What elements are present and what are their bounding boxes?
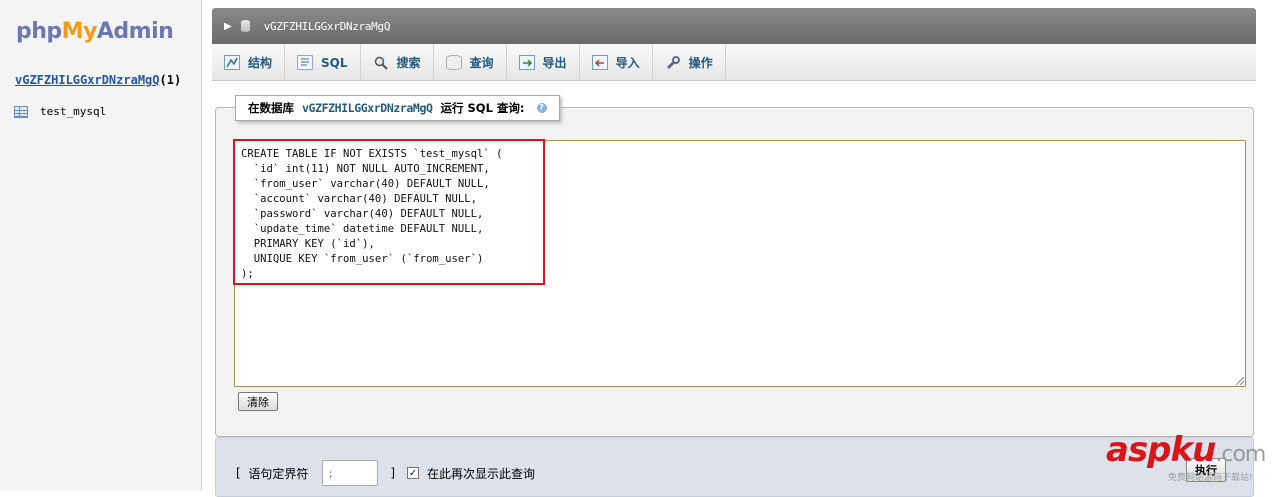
watermark-domain: .com: [1215, 442, 1266, 467]
help-icon[interactable]: ?: [536, 103, 547, 113]
tab-search[interactable]: 搜索: [361, 44, 434, 81]
breadcrumb: ▶ vGZFZHILGGxrDNzraMgQ: [212, 8, 1256, 44]
database-icon: [240, 20, 250, 32]
query-icon: [445, 55, 462, 70]
tab-label: 查询: [469, 56, 494, 70]
sidebar-item-label[interactable]: test_mysql: [40, 105, 106, 118]
tab-label: 导入: [615, 56, 640, 70]
watermark-subtitle: 免费网站源码下载站!: [1168, 473, 1253, 483]
collapse-arrow-icon[interactable]: ▶: [224, 21, 232, 32]
highlight-annotation: [233, 139, 545, 285]
structure-icon: [224, 55, 240, 70]
search-icon: [373, 55, 389, 70]
resize-handle[interactable]: [1236, 377, 1244, 385]
tab-label: SQL: [321, 55, 348, 70]
delimiter-open-bracket: [: [236, 466, 241, 480]
tab-operations[interactable]: 操作: [653, 44, 726, 81]
tab-bar: 结构 SQL 搜索 查询 导出 导入 操作: [212, 44, 1256, 81]
watermark-text: asp: [1106, 430, 1172, 470]
delimiter-input[interactable]: [322, 460, 379, 486]
logo-admin-text: Admin: [96, 19, 174, 44]
database-link[interactable]: vGZFZHILGGxrDNzraMgQ(1): [15, 73, 181, 87]
tab-query[interactable]: 查询: [434, 44, 507, 81]
fieldset-legend: 在数据库 vGZFZHILGGxrDNzraMgQ 运行 SQL 查询: ?: [235, 95, 560, 121]
export-icon: [518, 55, 535, 70]
logo-my-text: My: [61, 19, 98, 44]
delimiter-label: 语句定界符: [248, 466, 309, 481]
delimiter-row: [ 语句定界符 ] ✓ 在此再次显示此查询: [236, 460, 535, 486]
tab-label: 操作: [688, 56, 713, 70]
tab-sql[interactable]: SQL: [285, 44, 361, 81]
aspku-watermark-logo: aspku.com 免费网站源码下载站!: [1106, 432, 1278, 488]
navigation-panel: phpMyAdmin vGZFZHILGGxrDNzraMgQ(1) test_…: [0, 0, 202, 490]
sql-icon: [297, 55, 314, 70]
legend-prefix: 在数据库: [248, 101, 294, 115]
tab-export[interactable]: 导出: [507, 44, 580, 81]
watermark-text: ku: [1170, 430, 1217, 470]
tab-label: 导出: [542, 56, 567, 70]
legend-database-name: vGZFZHILGGxrDNzraMgQ: [302, 101, 433, 115]
import-icon: [591, 55, 608, 70]
tab-structure[interactable]: 结构: [212, 44, 286, 81]
table-count: (1): [159, 73, 182, 87]
phpmyadmin-logo[interactable]: phpMyAdmin: [16, 19, 174, 44]
delimiter-close-bracket: ]: [390, 466, 396, 480]
database-name-link[interactable]: vGZFZHILGGxrDNzraMgQ: [15, 73, 160, 87]
table-icon[interactable]: [14, 105, 28, 118]
clear-button[interactable]: 清除: [238, 392, 278, 411]
show-again-label[interactable]: 在此再次显示此查询: [427, 465, 535, 482]
legend-suffix: 运行 SQL 查询:: [440, 101, 525, 115]
sidebar-item-test-mysql[interactable]: test_mysql: [14, 105, 106, 118]
wrench-icon: [665, 55, 681, 70]
breadcrumb-database[interactable]: vGZFZHILGGxrDNzraMgQ: [264, 20, 391, 33]
tab-label: 搜索: [396, 56, 421, 70]
show-again-checkbox[interactable]: ✓: [407, 467, 420, 479]
tab-label: 结构: [248, 56, 273, 70]
logo-php-text: php: [16, 19, 62, 44]
tab-import[interactable]: 导入: [580, 44, 653, 81]
